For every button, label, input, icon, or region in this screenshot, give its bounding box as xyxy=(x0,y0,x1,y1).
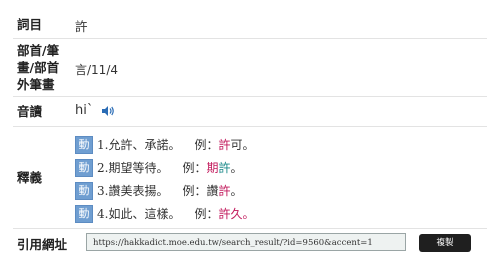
radical-label: 部首/筆 畫/部首 外筆畫 xyxy=(17,43,60,92)
citation-label: 引用網址 xyxy=(17,237,68,252)
definition-text: 2.期望等待。 xyxy=(97,161,169,175)
definition-item: 動 4.如此、這樣。 例： 許 久。 xyxy=(75,202,255,225)
example-highlight: 許 xyxy=(218,161,231,175)
definition-text: 1.允許、承諾。 xyxy=(97,138,181,152)
pos-badge: 動 xyxy=(75,204,93,223)
example-rest: 可。 xyxy=(230,138,255,152)
speaker-icon[interactable] xyxy=(101,105,115,117)
pronunciation-value: hi` xyxy=(75,103,115,118)
copy-button[interactable]: 複製 xyxy=(419,234,471,252)
definitions-row: 釋義 動 1.允許、承諾。 例： 許 可。 動 2.期望等待。 例： 期 許 。… xyxy=(13,126,487,229)
radical-value: 言/11/4 xyxy=(75,63,118,77)
example-highlight: 許 xyxy=(218,184,231,198)
headword-label: 詞目 xyxy=(17,17,43,32)
example-prefix: 讚 xyxy=(206,184,219,198)
example-highlight: 許 xyxy=(218,138,231,152)
example-prefix: 期 xyxy=(206,161,219,175)
definition-item: 動 3.讚美表揚。 例： 讚 許 。 xyxy=(75,179,255,202)
example-label: 例： xyxy=(182,161,207,175)
citation-row: 引用網址 https://hakkadict.moe.edu.tw/search… xyxy=(13,228,487,258)
pos-badge: 動 xyxy=(75,181,93,200)
example-label: 例： xyxy=(194,207,219,221)
definition-item: 動 2.期望等待。 例： 期 許 。 xyxy=(75,156,255,179)
definition-text: 3.讚美表揚。 xyxy=(97,184,169,198)
dictionary-entry-table: 詞目 許 部首/筆 畫/部首 外筆畫 言/11/4 音讀 hi` 釋義 動 1.允許… xyxy=(0,0,500,276)
pronunciation-label: 音讀 xyxy=(17,104,43,119)
headword-row: 詞目 許 xyxy=(13,0,487,39)
pos-badge: 動 xyxy=(75,158,93,177)
example-highlight: 許 xyxy=(218,207,231,221)
example-rest: 。 xyxy=(230,184,243,198)
definition-item: 動 1.允許、承諾。 例： 許 可。 xyxy=(75,133,255,156)
example-rest: 久。 xyxy=(230,207,255,221)
pronunciation-row: 音讀 hi` xyxy=(13,96,487,127)
example-label: 例： xyxy=(194,138,219,152)
definitions-label: 釋義 xyxy=(17,170,43,185)
example-rest: 。 xyxy=(230,161,243,175)
citation-url-field[interactable]: https://hakkadict.moe.edu.tw/search_resu… xyxy=(86,233,406,251)
headword-value: 許 xyxy=(75,19,88,34)
pronunciation-text: hi` xyxy=(75,103,94,118)
definition-text: 4.如此、這樣。 xyxy=(97,207,181,221)
pos-badge: 動 xyxy=(75,135,93,154)
definitions-list: 動 1.允許、承諾。 例： 許 可。 動 2.期望等待。 例： 期 許 。 動 … xyxy=(75,133,255,225)
radical-row: 部首/筆 畫/部首 外筆畫 言/11/4 xyxy=(13,38,487,97)
example-label: 例： xyxy=(182,184,207,198)
